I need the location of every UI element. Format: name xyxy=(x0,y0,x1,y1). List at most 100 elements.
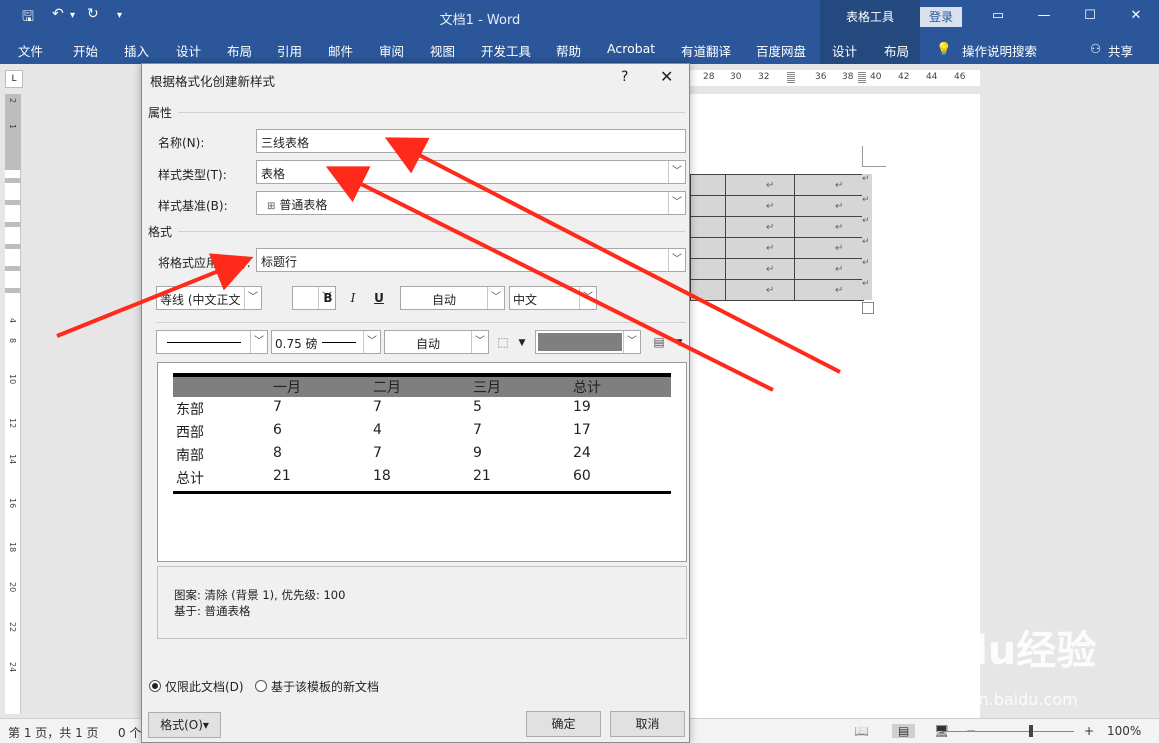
table-row[interactable]: ↵ ↵ xyxy=(690,279,864,301)
this-document-radio[interactable] xyxy=(149,680,161,692)
font-select[interactable]: 等线 (中文正文 ﹀ xyxy=(156,286,262,310)
tab-references[interactable]: 引用 xyxy=(277,41,302,60)
chevron-down-icon[interactable]: ﹀ xyxy=(623,331,640,353)
chevron-down-icon[interactable]: ﹀ xyxy=(244,287,261,309)
style-base-select[interactable]: ⊞ 普通表格 ﹀ xyxy=(256,191,686,215)
tab-acrobat[interactable]: Acrobat xyxy=(607,41,655,56)
line-style-select[interactable]: ﹀ xyxy=(156,330,268,354)
table-cell[interactable]: ↵ xyxy=(794,258,864,280)
table-cell[interactable]: ↵ xyxy=(725,216,795,238)
tab-design[interactable]: 设计 xyxy=(176,41,201,60)
chevron-down-icon[interactable]: ﹀ xyxy=(668,249,685,271)
style-type-select[interactable]: 表格 ﹀ xyxy=(256,160,686,184)
cancel-button[interactable]: 取消 xyxy=(610,711,685,737)
template-radio[interactable] xyxy=(255,680,267,692)
chevron-down-icon[interactable]: ﹀ xyxy=(487,287,504,309)
ok-button[interactable]: 确定 xyxy=(526,711,601,737)
borders-icon[interactable]: ⬚ xyxy=(494,332,512,352)
table-row[interactable]: ↵ ↵ xyxy=(690,216,864,238)
tab-mailings[interactable]: 邮件 xyxy=(328,41,353,60)
tab-developer[interactable]: 开发工具 xyxy=(481,41,531,60)
table-row[interactable]: ↵ ↵ xyxy=(690,195,864,217)
zoom-slider[interactable] xyxy=(942,731,1074,732)
align-dropdown-icon[interactable]: ▼ xyxy=(670,333,688,353)
table-cell[interactable]: ↵ xyxy=(794,195,864,217)
table-cell[interactable] xyxy=(690,258,726,280)
table-cell[interactable]: ↵ xyxy=(725,174,795,196)
share-icon[interactable]: ⚇ xyxy=(1090,41,1101,56)
bold-button[interactable]: B xyxy=(319,288,337,308)
table-cell[interactable]: ↵ xyxy=(794,279,864,301)
minimize-icon[interactable]: — xyxy=(1034,8,1054,23)
zoom-slider-thumb[interactable] xyxy=(1029,725,1033,737)
table-cell[interactable]: ↵ xyxy=(794,174,864,196)
font-color-select[interactable]: 自动 ﹀ xyxy=(400,286,505,310)
zoom-level[interactable]: 100% xyxy=(1107,724,1141,738)
table-align-icon[interactable]: ▤ xyxy=(650,332,668,352)
chevron-down-icon[interactable]: ﹀ xyxy=(471,331,488,353)
apply-to-select[interactable]: 标题行 ﹀ xyxy=(256,248,686,272)
chevron-down-icon[interactable]: ﹀ xyxy=(363,331,380,353)
close-window-icon[interactable]: ✕ xyxy=(1126,8,1146,23)
ribbon-display-icon[interactable]: ▭ xyxy=(988,8,1008,23)
language-select[interactable]: 中文 ﹀ xyxy=(509,286,597,310)
border-color-select[interactable]: 自动 ﹀ xyxy=(384,330,489,354)
tab-file[interactable]: 文件 xyxy=(18,41,43,60)
login-button[interactable]: 登录 xyxy=(920,7,962,27)
read-mode-icon[interactable]: 📖 xyxy=(854,724,869,738)
template-label[interactable]: 基于该模板的新文档 xyxy=(271,678,379,695)
chevron-down-icon[interactable]: ﹀ xyxy=(668,161,685,183)
close-icon[interactable]: ✕ xyxy=(660,67,673,86)
table-cell[interactable]: ↵ xyxy=(794,237,864,259)
tab-youdao[interactable]: 有道翻译 xyxy=(681,41,731,60)
italic-button[interactable]: I xyxy=(344,288,362,308)
table-cell[interactable] xyxy=(690,174,726,196)
tell-me-search[interactable]: 操作说明搜索 xyxy=(962,41,1037,60)
table-cell[interactable] xyxy=(690,195,726,217)
tab-layout[interactable]: 布局 xyxy=(227,41,252,60)
tab-review[interactable]: 审阅 xyxy=(379,41,404,60)
table-cell[interactable]: ↵ xyxy=(725,279,795,301)
print-layout-icon[interactable]: ▤ xyxy=(892,724,916,738)
document-table[interactable]: ↵ ↵ ↵ ↵ ↵ ↵ ↵ ↵ ↵ ↵ ↵ ↵ xyxy=(690,174,864,301)
preview-cell: 8 xyxy=(273,445,282,461)
style-name-input[interactable]: 三线表格 xyxy=(256,129,686,153)
table-cell[interactable] xyxy=(690,237,726,259)
chevron-down-icon[interactable]: ﹀ xyxy=(668,192,685,214)
tab-baidu-netdisk[interactable]: 百度网盘 xyxy=(756,41,806,60)
shading-color-select[interactable]: ﹀ xyxy=(535,330,641,354)
this-document-label[interactable]: 仅限此文档(D) xyxy=(165,678,244,695)
table-cell[interactable]: ↵ xyxy=(794,216,864,238)
horizontal-ruler[interactable]: 28 30 32 36 38 40 42 44 46 xyxy=(690,70,980,86)
format-button[interactable]: 格式(O)▾ xyxy=(148,712,221,738)
page-count[interactable]: 第 1 页，共 1 页 xyxy=(8,724,99,741)
table-row[interactable]: ↵ ↵ xyxy=(690,258,864,280)
borders-dropdown-icon[interactable]: ▼ xyxy=(513,333,531,353)
maximize-icon[interactable]: ☐ xyxy=(1080,8,1100,23)
table-row[interactable]: ↵ ↵ xyxy=(690,174,864,196)
tab-home[interactable]: 开始 xyxy=(73,41,98,60)
tab-insert[interactable]: 插入 xyxy=(124,41,149,60)
table-cell[interactable] xyxy=(690,279,726,301)
tab-table-layout[interactable]: 布局 xyxy=(884,41,909,60)
tab-table-design[interactable]: 设计 xyxy=(832,41,857,60)
help-icon[interactable]: ? xyxy=(621,69,628,85)
chevron-down-icon[interactable]: ﹀ xyxy=(579,287,596,309)
table-cell[interactable]: ↵ xyxy=(725,195,795,217)
tab-help[interactable]: 帮助 xyxy=(556,41,581,60)
zoom-in-icon[interactable]: + xyxy=(1084,724,1094,738)
table-row[interactable]: ↵ ↵ xyxy=(690,237,864,259)
table-cell[interactable]: ↵ xyxy=(725,258,795,280)
table-resize-handle[interactable] xyxy=(862,302,874,314)
word-count[interactable]: 0 个 xyxy=(118,724,141,741)
preview-cell: 总计 xyxy=(176,471,204,487)
table-cell[interactable]: ↵ xyxy=(725,237,795,259)
underline-button[interactable]: U xyxy=(370,288,388,308)
vertical-ruler[interactable]: 2 1 4 8 10 12 14 16 18 20 22 24 xyxy=(5,94,21,714)
table-cell[interactable] xyxy=(690,216,726,238)
tab-view[interactable]: 视图 xyxy=(430,41,455,60)
tab-selector[interactable]: L xyxy=(5,70,23,88)
line-weight-select[interactable]: 0.75 磅 ﹀ xyxy=(271,330,381,354)
share-button[interactable]: 共享 xyxy=(1108,41,1133,60)
chevron-down-icon[interactable]: ﹀ xyxy=(250,331,267,353)
